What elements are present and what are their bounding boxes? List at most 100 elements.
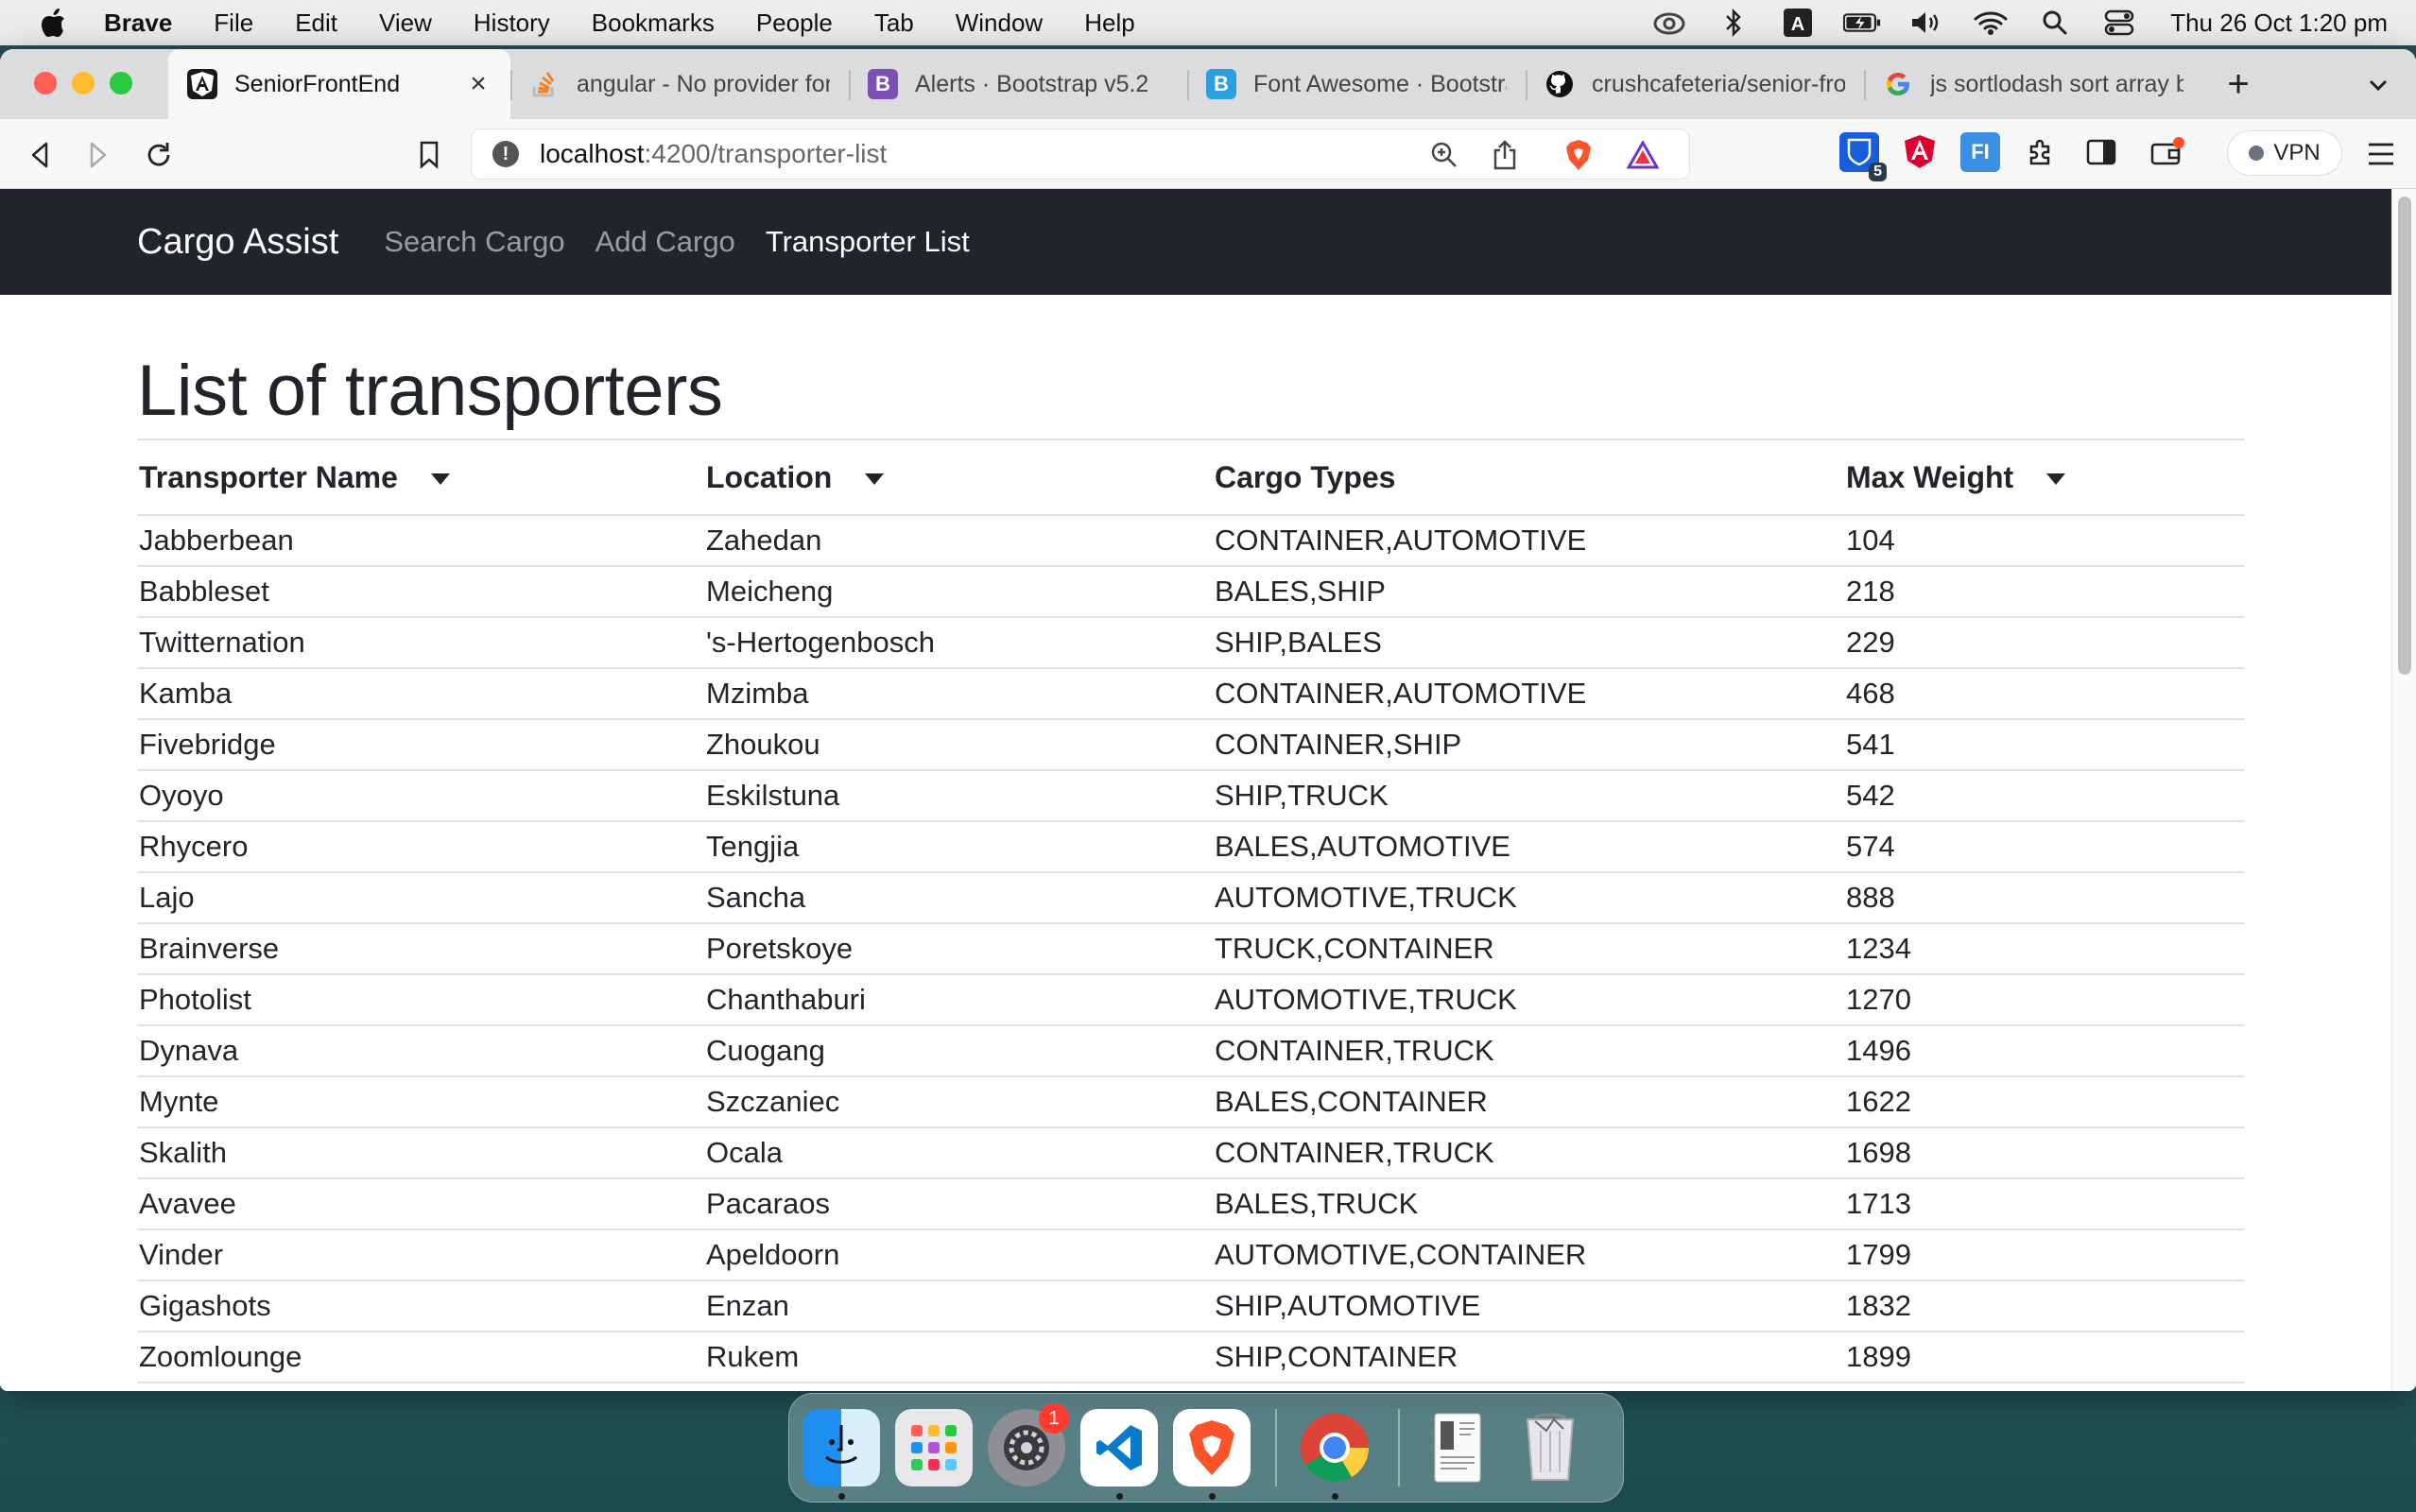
menu-edit[interactable]: Edit: [295, 9, 337, 38]
wallet-icon[interactable]: [2148, 132, 2187, 172]
tab-seniorfrontend[interactable]: SeniorFrontEnd ×: [168, 49, 510, 119]
nav-transporter-list[interactable]: Transporter List: [766, 225, 970, 259]
sort-caret-icon[interactable]: [2046, 473, 2066, 486]
sort-caret-icon[interactable]: [430, 473, 450, 486]
wifi-icon[interactable]: [1972, 7, 2010, 39]
back-button[interactable]: [21, 136, 59, 174]
stackoverflow-icon: [529, 69, 560, 99]
tab-github[interactable]: crushcafeteria/senior-fro: [1526, 49, 1864, 119]
spotlight-search-icon[interactable]: [2036, 7, 2074, 39]
tab-google-search[interactable]: js sortlodash sort array b: [1864, 49, 2202, 119]
zoom-icon[interactable]: [1428, 139, 1460, 171]
trash-icon[interactable]: [1511, 1409, 1589, 1486]
cell-location: Zhoukou: [704, 719, 1213, 771]
svg-text:A: A: [1791, 14, 1804, 35]
finder-icon[interactable]: [802, 1409, 880, 1500]
tab-title: SeniorFrontEnd: [234, 70, 401, 97]
menu-view[interactable]: View: [379, 9, 432, 38]
preview-doc-icon[interactable]: [1419, 1409, 1496, 1486]
close-window-button[interactable]: [34, 72, 57, 94]
cell-cargo-types: AUTOMOTIVE,CONTAINER: [1213, 1229, 1844, 1281]
cell-transporter-name: Dynava: [137, 1025, 704, 1077]
cell-cargo-types: BALES,AUTOMOTIVE: [1213, 821, 1844, 873]
menu-history[interactable]: History: [474, 9, 550, 38]
cell-location: Meicheng: [704, 566, 1213, 618]
tab-bootstrap-alerts[interactable]: B Alerts · Bootstrap v5.2: [849, 49, 1187, 119]
table-row: Vinder Apeldoorn AUTOMOTIVE,CONTAINER 1799: [137, 1229, 2245, 1281]
dock-separator: [1398, 1409, 1400, 1486]
site-info-icon[interactable]: !: [492, 141, 519, 167]
menu-help[interactable]: Help: [1084, 9, 1134, 38]
input-source-icon[interactable]: A: [1779, 7, 1817, 39]
forward-button[interactable]: [79, 136, 117, 174]
window-controls: [34, 72, 147, 94]
menu-people[interactable]: People: [756, 9, 833, 38]
cell-location: Eskilstuna: [704, 770, 1213, 822]
cell-cargo-types: CONTAINER,TRUCK: [1213, 1025, 1844, 1077]
table-row: Gigashots Enzan SHIP,AUTOMOTIVE 1832: [137, 1280, 2245, 1332]
cell-location: Chanthaburi: [704, 974, 1213, 1026]
angular-icon: [187, 69, 217, 99]
close-tab-icon[interactable]: ×: [465, 70, 492, 98]
vscode-icon[interactable]: [1080, 1409, 1158, 1500]
scrollbar-thumb[interactable]: [2398, 197, 2411, 675]
menu-bar-clock[interactable]: Thu 26 Oct 1:20 pm: [2170, 9, 2388, 38]
apple-menu-icon[interactable]: [36, 6, 70, 40]
cell-max-weight: 229: [1844, 617, 2245, 669]
extensions-puzzle-icon[interactable]: [2021, 132, 2061, 172]
brave-icon[interactable]: [1173, 1409, 1251, 1500]
sidebar-toggle-icon[interactable]: [2081, 132, 2121, 172]
cell-max-weight: 541: [1844, 719, 2245, 771]
fi-extension-icon[interactable]: FI: [1960, 132, 2000, 172]
vpn-button[interactable]: VPN: [2227, 130, 2342, 176]
share-icon[interactable]: [1489, 139, 1521, 171]
menu-window[interactable]: Window: [956, 9, 1043, 38]
extension-badge: 5: [1869, 163, 1887, 181]
cell-max-weight: 1698: [1844, 1127, 2245, 1179]
sort-caret-icon[interactable]: [865, 473, 885, 486]
column-header-transporter-name[interactable]: Transporter Name: [137, 439, 704, 516]
chevron-down-icon[interactable]: [2363, 70, 2393, 100]
zoom-window-button[interactable]: [110, 72, 132, 94]
chrome-icon[interactable]: [1296, 1409, 1373, 1500]
bluetooth-icon[interactable]: [1715, 7, 1752, 39]
bookmark-icon[interactable]: [410, 136, 448, 174]
address-bar[interactable]: ! localhost:4200/transporter-list: [471, 129, 1690, 180]
github-icon: [1545, 69, 1575, 99]
cell-max-weight: 542: [1844, 770, 2245, 822]
brand-link[interactable]: Cargo Assist: [137, 222, 338, 263]
cell-transporter-name: Vinder: [137, 1229, 704, 1281]
column-header-location[interactable]: Location: [704, 439, 1213, 516]
column-label: Location: [706, 459, 833, 494]
menu-app-name[interactable]: Brave: [104, 9, 172, 38]
creative-cloud-icon[interactable]: [1650, 7, 1688, 39]
column-header-max-weight[interactable]: Max Weight: [1844, 439, 2245, 516]
new-tab-button[interactable]: +: [2219, 65, 2257, 104]
table-header-row: Transporter Name Location Cargo Types Ma…: [137, 439, 2245, 516]
nav-search-cargo[interactable]: Search Cargo: [384, 225, 564, 259]
bitwarden-icon[interactable]: 5: [1839, 132, 1887, 181]
cell-max-weight: 1622: [1844, 1076, 2245, 1128]
menu-tab[interactable]: Tab: [874, 9, 914, 38]
brave-shields-icon[interactable]: [1562, 139, 1595, 171]
system-settings-icon[interactable]: 1: [988, 1403, 1069, 1486]
page-scrollbar[interactable]: [2391, 189, 2416, 1391]
cell-transporter-name: Skalith: [137, 1127, 704, 1179]
minimize-window-button[interactable]: [72, 72, 95, 94]
cell-max-weight: 468: [1844, 668, 2245, 720]
battery-charging-icon[interactable]: [1843, 7, 1881, 39]
tab-stackoverflow[interactable]: angular - No provider for: [510, 49, 849, 119]
menu-file[interactable]: File: [214, 9, 253, 38]
tab-title: Font Awesome · Bootstra: [1253, 70, 1507, 97]
nav-add-cargo[interactable]: Add Cargo: [595, 225, 735, 259]
brave-rewards-icon[interactable]: [1627, 139, 1659, 171]
launchpad-icon[interactable]: [895, 1409, 973, 1486]
angular-devtools-icon[interactable]: [1900, 132, 1940, 172]
volume-icon[interactable]: [1907, 7, 1945, 39]
menu-bookmarks[interactable]: Bookmarks: [592, 9, 715, 38]
tab-font-awesome[interactable]: B Font Awesome · Bootstra: [1187, 49, 1526, 119]
control-center-icon[interactable]: [2100, 7, 2138, 39]
reload-button[interactable]: [140, 136, 178, 174]
browser-toolbar: ! localhost:4200/transporter-list 5 FI …: [0, 119, 2416, 189]
menu-hamburger-icon[interactable]: [2367, 142, 2395, 166]
